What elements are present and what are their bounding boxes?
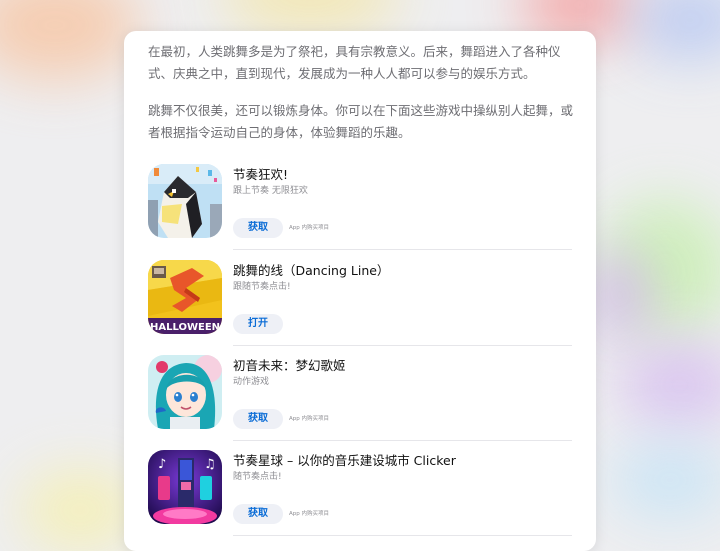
article-paragraph: 在最初，人类跳舞多是为了祭祀，具有宗教意义。后来，舞蹈进入了各种仪式、庆典之中，… (148, 44, 561, 81)
app-title[interactable]: 节奏星球 – 以你的音乐建设城市 Clicker (233, 450, 456, 469)
get-button[interactable]: 获取 (233, 409, 283, 429)
in-app-purchase-note: App 内购买项目 (289, 416, 329, 422)
app-subtitle: 跟随节奏点击! (233, 282, 291, 292)
divider (233, 535, 572, 536)
divider (233, 440, 572, 441)
in-app-purchase-note: App 内购买项目 (289, 511, 329, 517)
app-title[interactable]: 跳舞的线（Dancing Line） (233, 260, 389, 279)
app-list-item[interactable]: HALLOWEEN 跳舞的线（Dancing Line） 跟随节奏点击! 打开 (148, 260, 572, 355)
music-planet-icon[interactable]: ♪ ♫ (148, 450, 222, 524)
open-button[interactable]: 打开 (233, 314, 283, 334)
app-list-item[interactable]: ♪ ♫ 节奏星球 – 以你的音乐建设城市 Clicker 随节奏点击! 获取 A… (148, 450, 572, 545)
penguin-icon[interactable] (148, 164, 222, 238)
get-button[interactable]: 获取 (233, 504, 283, 524)
dancing-line-icon[interactable]: HALLOWEEN (148, 260, 222, 334)
app-subtitle: 跟上节奏 无限狂欢 (233, 186, 308, 196)
app-list-item[interactable]: 节奏狂欢! 跟上节奏 无限狂欢 获取 App 内购买项目 (148, 164, 572, 259)
app-subtitle: 随节奏点击! (233, 472, 282, 482)
app-list-item[interactable]: 初音未来：梦幻歌姬 动作游戏 获取 App 内购买项目 (148, 355, 572, 450)
halloween-text: HALLOWEEN (150, 322, 220, 333)
divider (233, 249, 572, 250)
get-button[interactable]: 获取 (233, 218, 283, 238)
article-card: 在最初，人类跳舞多是为了祭祀，具有宗教意义。后来，舞蹈进入了各种仪式、庆典之中，… (124, 31, 596, 551)
svg-text:♫: ♫ (204, 457, 216, 472)
app-title[interactable]: 初音未来：梦幻歌姬 (233, 355, 346, 374)
svg-text:♪: ♪ (158, 457, 166, 472)
app-subtitle: 动作游戏 (233, 377, 270, 387)
in-app-purchase-note: App 内购买项目 (289, 225, 329, 231)
article-paragraph: 跳舞不仅很美，还可以锻炼身体。你可以在下面这些游戏中操纵别人起舞，或者根据指令运… (148, 103, 574, 140)
divider (233, 345, 572, 346)
app-title[interactable]: 节奏狂欢! (233, 164, 288, 183)
miku-icon[interactable] (148, 355, 222, 429)
